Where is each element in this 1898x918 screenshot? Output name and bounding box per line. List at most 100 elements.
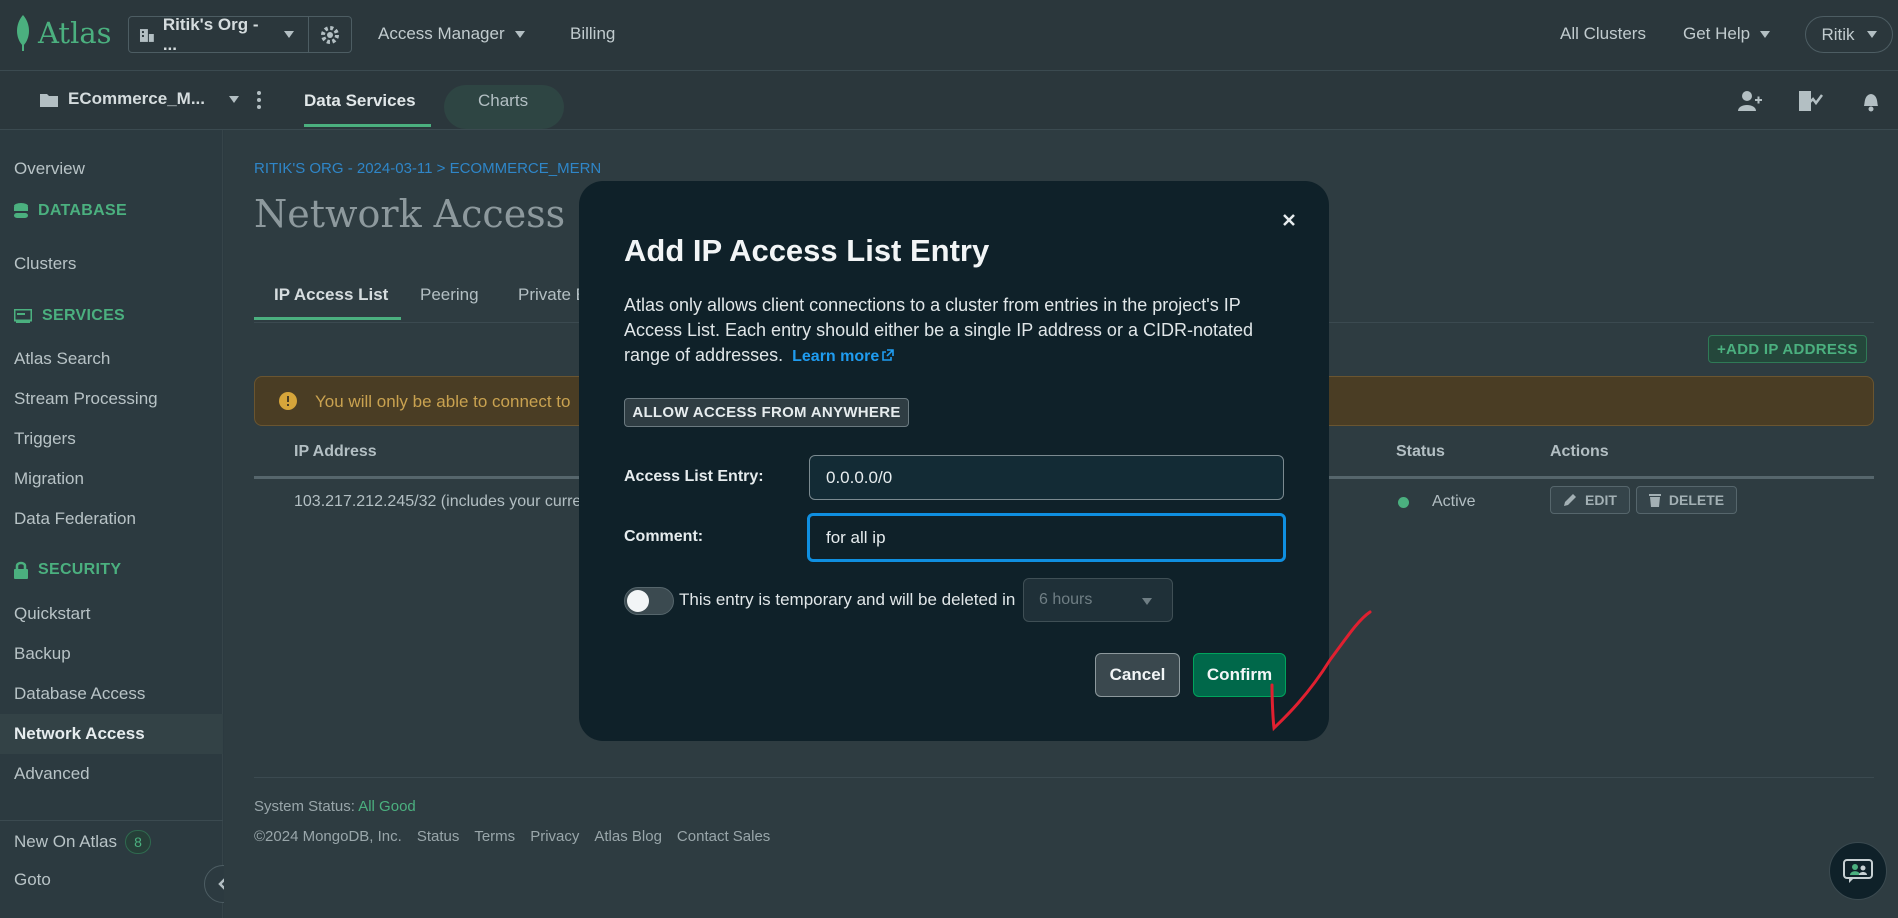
sidebar-item-new-on-atlas[interactable]: New On Atlas 8 [14,830,151,854]
allow-access-anywhere-button[interactable]: ALLOW ACCESS FROM ANYWHERE [624,398,909,427]
description-text: Atlas only allows client connections to … [624,295,1253,365]
services-icon [14,309,32,323]
get-help-menu[interactable]: Get Help [1683,24,1771,44]
sidebar-item-backup[interactable]: Backup [14,644,71,664]
column-status: Status [1396,443,1445,460]
project-selector[interactable]: ECommerce_M... [40,89,239,109]
get-help-label: Get Help [1683,24,1751,43]
tab-private-endpoint[interactable]: Private E [518,285,587,305]
sidebar-item-migration[interactable]: Migration [14,469,84,489]
leaf-icon [17,15,29,51]
pencil-icon [1564,494,1577,506]
add-ip-access-modal: Add IP Access List Entry Atlas only allo… [579,181,1329,741]
chat-icon [1843,859,1873,883]
sidebar-divider [0,820,223,821]
sidebar-item-quickstart[interactable]: Quickstart [14,604,91,624]
edit-label: EDIT [1585,492,1617,508]
folder-icon [40,93,58,107]
chevron-down-icon [284,31,294,38]
comment-input[interactable]: for all ip [807,513,1286,562]
sidebar-section-security: SECURITY [14,561,121,579]
services-heading: SERVICES [42,307,126,324]
org-selector[interactable]: Ritik's Org - ... [128,14,352,54]
footer-link-contact-sales[interactable]: Contact Sales [677,828,770,845]
sidebar-item-clusters[interactable]: Clusters [14,254,76,274]
temporary-text: This entry is temporary and will be dele… [679,590,1016,609]
footer-link-privacy[interactable]: Privacy [530,828,579,845]
system-status-label: System Status: [254,798,355,815]
footer-links: ©2024 MongoDB, Inc. Status Terms Privacy… [254,828,770,845]
close-icon[interactable] [1282,213,1296,227]
sidebar-item-atlas-search[interactable]: Atlas Search [14,349,110,369]
tab-data-services[interactable]: Data Services [304,91,416,111]
footer-link-atlas-blog[interactable]: Atlas Blog [594,828,662,845]
duration-select[interactable]: 6 hours [1023,578,1173,622]
sidebar-section-services: SERVICES [14,307,125,325]
edit-button[interactable]: EDIT [1550,486,1630,514]
temporary-toggle[interactable] [624,587,674,615]
delete-button[interactable]: DELETE [1636,486,1737,514]
system-status-value[interactable]: All Good [358,798,416,815]
learn-more-link[interactable]: Learn more [792,348,895,365]
sidebar-item-network-access[interactable]: Network Access [14,724,145,744]
access-manager-menu[interactable]: Access Manager [378,24,525,44]
sidebar-item-triggers[interactable]: Triggers [14,429,76,449]
row-ip-address: 103.217.212.245/32 (includes your curre [294,493,582,510]
tab-charts[interactable]: Charts [478,91,528,111]
bell-icon[interactable] [1860,90,1882,112]
kebab-icon[interactable] [256,90,262,110]
sidebar-item-data-federation[interactable]: Data Federation [14,509,136,529]
add-ip-address-button[interactable]: +ADD IP ADDRESS [1708,335,1867,363]
charts-label: Charts [478,91,529,110]
sidebar-item-goto[interactable]: Goto [14,870,51,890]
trash-icon [1648,494,1661,507]
user-menu[interactable]: Ritik [1805,16,1893,53]
access-entry-label: Access List Entry: [624,468,764,485]
project-name: ECommerce_M... [68,89,205,108]
page-title: Network Access [254,192,566,236]
cancel-button[interactable]: Cancel [1095,653,1180,697]
access-manager-label: Access Manager [378,24,505,43]
modal-title: Add IP Access List Entry [624,233,990,268]
sidebar-item-overview[interactable]: Overview [14,159,85,179]
system-status: System Status: All Good [254,798,416,815]
learn-more-label: Learn more [792,348,880,365]
copyright: ©2024 MongoDB, Inc. [254,828,402,845]
sidebar-item-advanced[interactable]: Advanced [14,764,90,784]
column-ip-address: IP Address [294,443,377,460]
sidebar-section-database: DATABASE [14,202,127,220]
row-status: Active [1432,493,1476,510]
tab-peering[interactable]: Peering [420,285,479,305]
org-name: Ritik's Org - ... [162,14,259,54]
org-settings-button[interactable] [309,25,351,45]
chat-button[interactable] [1829,842,1887,900]
tab-ip-access-list[interactable]: IP Access List [274,285,388,305]
billing-label: Billing [570,24,616,43]
sidebar-item-stream-processing[interactable]: Stream Processing [14,389,158,409]
footer-link-status[interactable]: Status [417,828,460,845]
modal-description: Atlas only allows client connections to … [624,293,1284,369]
sidebar-item-database-access[interactable]: Database Access [14,684,145,704]
org-dropdown[interactable]: Ritik's Org - ... [129,14,309,54]
chevron-down-icon [1866,31,1877,38]
data-services-label: Data Services [304,91,416,110]
chevron-down-icon [514,30,525,38]
atlas-logo[interactable]: Atlas [14,14,112,52]
footer-link-terms[interactable]: Terms [474,828,515,845]
new-count-badge: 8 [125,830,151,854]
access-entry-input[interactable]: 0.0.0.0/0 [809,455,1284,500]
all-clusters-link[interactable]: All Clusters [1560,24,1646,44]
activity-icon[interactable] [1797,89,1823,113]
checkmark-annotation-icon [1270,610,1372,732]
toggle-knob [627,590,649,612]
status-dot [1398,497,1409,508]
billing-link[interactable]: Billing [570,24,615,44]
breadcrumb[interactable]: RITIK'S ORG - 2024-03-11 > ECOMMERCE_MER… [254,160,601,177]
chevron-down-icon [229,95,239,103]
add-user-icon[interactable] [1738,90,1762,112]
brand-name: Atlas [38,16,112,50]
duration-value: 6 hours [1039,591,1093,608]
top-bar: Atlas Ritik's Org - ... Access Manager B… [0,0,1898,71]
gear-icon [321,25,339,44]
warning-text: You will only be able to connect to [315,392,571,411]
